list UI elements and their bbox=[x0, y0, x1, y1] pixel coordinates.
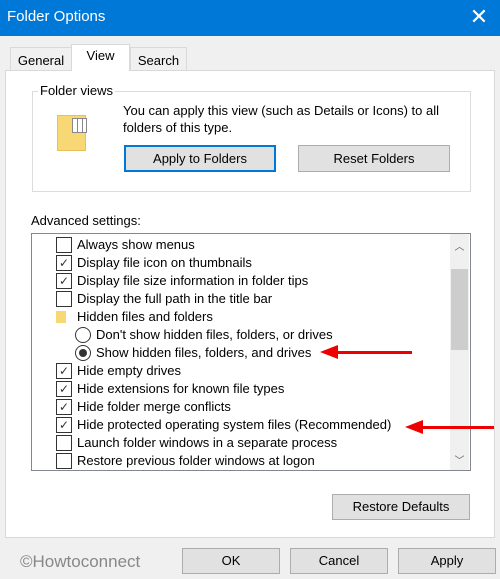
settings-item-label: Display file size information in folder … bbox=[77, 273, 309, 288]
scrollbar-thumb[interactable] bbox=[451, 269, 468, 350]
window-title: Folder Options bbox=[7, 8, 106, 25]
description-line: You can apply this view (such as Details… bbox=[123, 103, 440, 118]
checkbox[interactable] bbox=[56, 435, 72, 451]
annotation-arrow bbox=[335, 351, 412, 354]
checkbox[interactable] bbox=[56, 453, 72, 469]
settings-item-label: Show hidden files, folders, and drives bbox=[96, 345, 312, 360]
annotation-arrow bbox=[420, 426, 494, 429]
tab-view[interactable]: View bbox=[71, 44, 130, 71]
checked-checkbox[interactable]: ✓ bbox=[56, 399, 72, 415]
apply-button[interactable]: Apply bbox=[398, 548, 496, 574]
checkbox[interactable] bbox=[56, 237, 72, 253]
folder-views-description: You can apply this view (such as Details… bbox=[123, 102, 439, 136]
title-bar: Folder Options ✕ bbox=[0, 0, 500, 36]
settings-item-label: Restore previous folder windows at logon bbox=[77, 453, 315, 468]
settings-item-label: Hide extensions for known file types bbox=[77, 381, 285, 396]
annotation-arrowhead bbox=[405, 420, 423, 434]
settings-item-label: Don't show hidden files, folders, or dri… bbox=[96, 327, 333, 342]
tab-general[interactable]: General bbox=[10, 47, 72, 71]
checked-checkbox[interactable]: ✓ bbox=[56, 381, 72, 397]
checked-checkbox[interactable]: ✓ bbox=[56, 255, 72, 271]
ok-button[interactable]: OK bbox=[182, 548, 280, 574]
settings-item-label: Display file icon on thumbnails bbox=[77, 255, 252, 270]
radio-button[interactable] bbox=[75, 345, 91, 361]
annotation-arrowhead bbox=[320, 345, 338, 359]
description-line: folders of this type. bbox=[123, 120, 233, 135]
settings-item-label: Display the full path in the title bar bbox=[77, 291, 273, 306]
folder-view-icon bbox=[57, 115, 87, 151]
cancel-button[interactable]: Cancel bbox=[290, 548, 388, 574]
vertical-scrollbar[interactable]: ︿ ﹀ bbox=[450, 234, 469, 470]
checkbox[interactable] bbox=[56, 291, 72, 307]
radio-button[interactable] bbox=[75, 327, 91, 343]
apply-to-folders-button[interactable]: Apply to Folders bbox=[124, 145, 276, 172]
reset-folders-button[interactable]: Reset Folders bbox=[298, 145, 450, 172]
settings-item-label: Hide folder merge conflicts bbox=[77, 399, 231, 414]
checked-checkbox[interactable]: ✓ bbox=[56, 417, 72, 433]
scroll-down-icon[interactable]: ﹀ bbox=[450, 452, 469, 467]
scroll-up-icon[interactable]: ︿ bbox=[450, 238, 469, 253]
close-icon[interactable]: ✕ bbox=[466, 4, 492, 30]
advanced-settings-label: Advanced settings: bbox=[31, 213, 141, 228]
checked-checkbox[interactable]: ✓ bbox=[56, 363, 72, 379]
tab-search[interactable]: Search bbox=[130, 47, 187, 71]
folder-views-label: Folder views bbox=[38, 83, 115, 98]
restore-defaults-button[interactable]: Restore Defaults bbox=[332, 494, 470, 520]
watermark: ©Howtoconnect bbox=[20, 552, 141, 571]
checked-checkbox[interactable]: ✓ bbox=[56, 273, 72, 289]
folder-icon bbox=[56, 311, 66, 323]
settings-item-label: Always show menus bbox=[77, 237, 195, 252]
settings-item-label: Launch folder windows in a separate proc… bbox=[77, 435, 338, 450]
settings-item-label: Hide protected operating system files (R… bbox=[77, 417, 392, 432]
settings-item-label: Hide empty drives bbox=[77, 363, 182, 378]
settings-item-label: Hidden files and folders bbox=[77, 309, 213, 324]
